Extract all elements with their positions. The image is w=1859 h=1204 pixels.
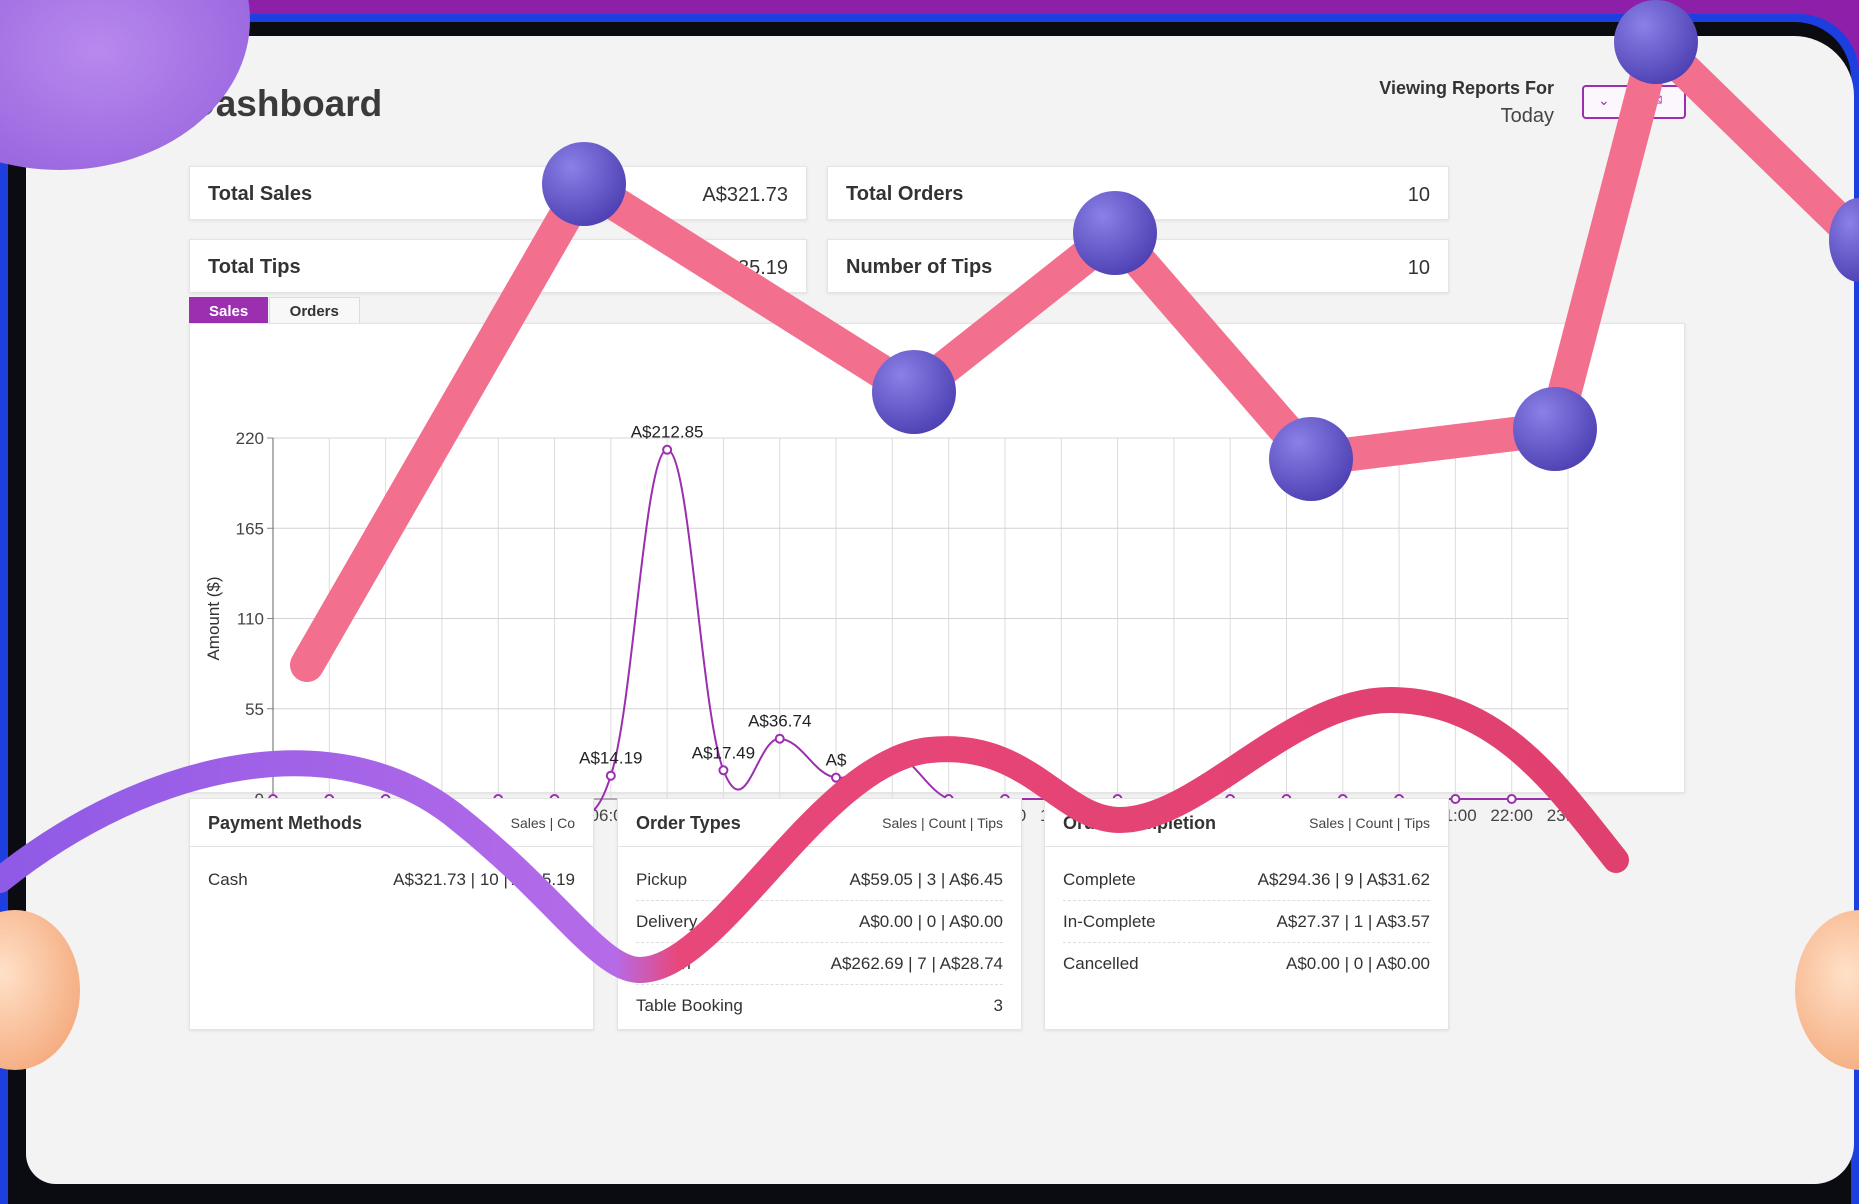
row-value: A$294.36 | 9 | A$31.62	[1257, 869, 1430, 889]
data-point	[605, 770, 616, 781]
list-item: Delivery A$0.00 | 0 | A$0.00	[636, 901, 1003, 943]
list-item: Table Booking 3	[636, 985, 1003, 1026]
stat-value: 10	[1407, 257, 1430, 279]
row-label: Table Booking	[636, 995, 743, 1015]
row-label: Cancelled	[1063, 953, 1139, 973]
stat-value: A$321.73	[702, 184, 788, 206]
panel-rows: Complete A$294.36 | 9 | A$31.62 In-Comple…	[1063, 859, 1430, 984]
viewing-value: Today	[1500, 105, 1554, 127]
row-label: Pickup	[636, 869, 688, 889]
panel-title: Payment Methods	[208, 813, 363, 833]
row-label: Complete	[1063, 869, 1136, 889]
viewing-label: Viewing Reports For	[1379, 78, 1554, 98]
data-label: A$212.85	[631, 423, 704, 442]
data-label: A$14.19	[579, 749, 642, 768]
row-label: Dine-In	[636, 953, 691, 973]
y-axis-label: Amount ($)	[204, 576, 223, 660]
dashboard-screen: Dashboard Viewing Reports For Today ⌄ ✉ …	[26, 36, 1854, 1184]
data-point	[662, 444, 673, 455]
list-item: In-Complete A$27.37 | 1 | A$3.57	[1063, 901, 1430, 943]
report-controls: ⌄ ✉	[1582, 85, 1686, 119]
row-label: Cash	[208, 869, 248, 889]
panel-legend: Sales | Count | Tips	[1309, 815, 1430, 831]
stat-total-orders: Total Orders 10	[827, 166, 1449, 220]
row-label: Delivery	[636, 911, 698, 931]
y-tick-label: 110	[237, 610, 264, 629]
panel-rows: Pickup A$59.05 | 3 | A$6.45 Delivery A$0.0…	[636, 859, 1003, 1026]
order-types-panel: Order Types Sales | Count | Tips Pickup A…	[617, 798, 1022, 1030]
row-value: A$27.37 | 1 | A$3.57	[1276, 911, 1430, 931]
panel-rows: Cash A$321.73 | 10 | A$35.19	[208, 859, 575, 900]
panel-legend: Sales | Count | Tips	[882, 815, 1003, 831]
sales-series-line	[272, 448, 1568, 814]
row-value: A$0.00 | 0 | A$0.00	[1285, 953, 1430, 973]
stat-label: Total Orders	[846, 183, 964, 205]
x-tick-label: 23:00	[1547, 806, 1590, 825]
data-point	[774, 733, 785, 744]
data-label: A$	[826, 751, 847, 770]
list-item: Cancelled A$0.00 | 0 | A$0.00	[1063, 943, 1430, 984]
stat-label: Total Tips	[208, 256, 301, 278]
row-value: A$321.73 | 10 | A$35.19	[393, 869, 575, 889]
row-value: A$0.00 | 0 | A$0.00	[858, 911, 1003, 931]
list-item: Dine-In A$262.69 | 7 | A$28.74	[636, 943, 1003, 985]
y-tick-label: 165	[236, 519, 264, 538]
stat-value: 10	[1407, 184, 1430, 206]
stat-label: Total Sales	[208, 183, 313, 205]
mail-icon[interactable]: ✉	[1650, 91, 1663, 109]
sales-line-chart: 05511016522000:0001:0002:0003:0004:0005:…	[204, 423, 1590, 842]
order-completion-panel: Order Completion Sales | Count | Tips Co…	[1044, 798, 1449, 1030]
panel-divider	[190, 846, 593, 847]
row-value: 3	[993, 995, 1003, 1015]
panel-divider	[1045, 846, 1448, 847]
y-tick-label: 220	[236, 429, 264, 448]
data-point	[1563, 794, 1573, 804]
chevron-down-icon[interactable]: ⌄	[1598, 92, 1610, 109]
list-item: Pickup A$59.05 | 3 | A$6.45	[636, 859, 1003, 901]
panel-legend: Sales | Co	[510, 815, 575, 831]
stat-value: A$35.19	[713, 257, 788, 279]
row-value: A$262.69 | 7 | A$28.74	[830, 953, 1003, 973]
x-tick-label: 22:00	[1490, 806, 1533, 825]
list-item: Cash A$321.73 | 10 | A$35.19	[208, 859, 575, 900]
row-value: A$59.05 | 3 | A$6.45	[849, 869, 1003, 889]
row-label: In-Complete	[1063, 911, 1156, 931]
list-item: Complete A$294.36 | 9 | A$31.62	[1063, 859, 1430, 901]
data-point	[887, 748, 898, 759]
payment-methods-panel: Payment Methods Sales | Co Cash A$321.73…	[189, 798, 594, 1030]
panel-title: Order Completion	[1063, 813, 1217, 833]
panel-divider	[618, 846, 1021, 847]
data-point	[1450, 794, 1461, 804]
stat-label: Number of Tips	[846, 256, 993, 278]
data-point	[831, 772, 842, 783]
data-label: A$36.74	[748, 712, 811, 731]
data-label: A$17.49	[692, 743, 755, 762]
stat-number-of-tips: Number of Tips 10	[827, 239, 1449, 293]
stat-total-tips: Total Tips A$35.19	[189, 239, 807, 293]
y-tick-label: 55	[245, 700, 264, 719]
sales-chart-card: 05511016522000:0001:0002:0003:0004:0005:…	[189, 323, 1685, 842]
panel-title: Order Types	[636, 813, 741, 833]
control-divider	[1633, 87, 1635, 117]
data-point	[1506, 794, 1517, 804]
data-point	[718, 765, 729, 776]
page-title: Dashboard	[189, 83, 383, 124]
stat-total-sales: Total Sales A$321.73	[189, 166, 807, 220]
viewing-reports-block: Viewing Reports For Today	[1379, 78, 1554, 128]
